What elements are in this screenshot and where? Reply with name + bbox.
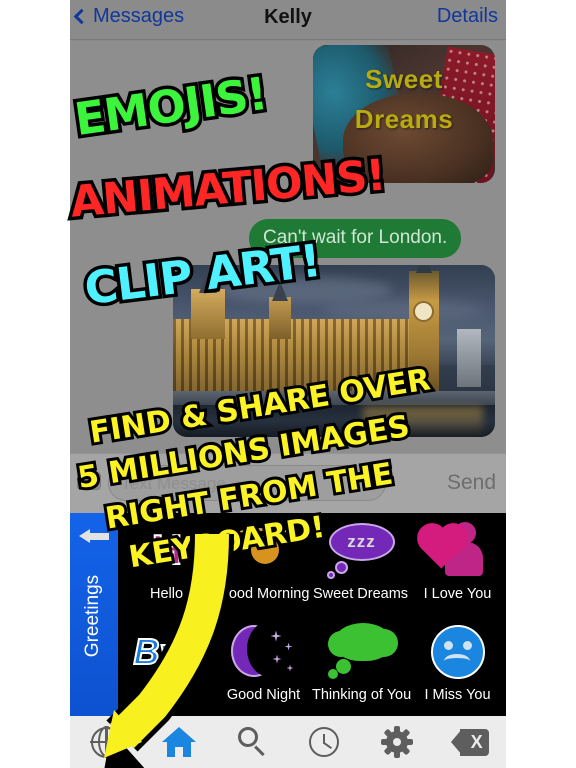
clock-icon — [309, 727, 340, 757]
overlay-line-1: Sweet — [365, 64, 443, 94]
background-tower — [457, 329, 481, 387]
sticker-label: Hello — [149, 585, 184, 602]
overlay-line-2: Dreams — [354, 104, 454, 134]
palace-tower — [269, 297, 291, 339]
sticker-label: Thinking of You — [312, 687, 412, 703]
delete-x-icon: X — [450, 728, 489, 756]
green-thought-cloud-sticker-icon — [326, 621, 398, 683]
sticker-label: I Love You — [423, 585, 492, 602]
sticker-item-sweet-dreams[interactable]: zzz Sweet Dreams — [312, 513, 409, 615]
sticker-label: Sweet Dreams — [312, 585, 409, 602]
sticker-item-i-miss-you[interactable]: I Miss You — [409, 615, 506, 717]
arrow-left-icon[interactable] — [79, 529, 109, 543]
details-button[interactable]: Details — [437, 5, 498, 28]
sticker-label: Good Morning — [217, 585, 310, 602]
crescent-moon-stars-sticker-icon — [230, 620, 297, 683]
heart-person-sticker-icon — [420, 519, 489, 581]
keyboard-category-sidebar[interactable]: Greetings — [70, 513, 118, 716]
sticker-label: Bye — [154, 687, 179, 703]
backspace-button[interactable]: X — [447, 722, 493, 762]
search-icon — [236, 726, 268, 758]
sticker-item-i-love-you[interactable]: I Love You — [409, 513, 506, 615]
gear-icon — [380, 726, 413, 758]
sticker-item-thinking-of-you[interactable]: Thinking of You — [312, 615, 412, 717]
london-cloud — [323, 299, 483, 321]
sad-face-sticker-icon — [430, 621, 485, 683]
sticker-item-bye[interactable]: Bye Bye — [118, 615, 215, 717]
bye-text-sticker-icon: Bye — [132, 630, 200, 673]
settings-button[interactable] — [374, 722, 420, 762]
keyboard-bottom-toolbar: X — [70, 716, 506, 768]
zzz-thought-bubble-sticker-icon: zzz — [323, 519, 399, 581]
home-button[interactable] — [156, 722, 202, 762]
search-button[interactable] — [229, 722, 275, 762]
globe-button[interactable] — [83, 722, 129, 762]
keyboard-category-label: Greetings — [82, 574, 103, 658]
home-icon — [161, 727, 196, 757]
send-button[interactable]: Send — [447, 471, 496, 495]
navigation-bar: Messages Kelly Details — [70, 0, 506, 40]
sticker-item-good-night[interactable]: Good Night — [215, 615, 312, 717]
recents-button[interactable] — [301, 722, 347, 762]
sweet-dreams-overlay-text: Sweet Dreams — [313, 59, 495, 139]
globe-icon — [90, 726, 122, 758]
big-ben-clock-face — [413, 301, 434, 322]
sticker-label: I Miss You — [424, 687, 491, 703]
sticker-label: Good Night — [226, 687, 301, 703]
